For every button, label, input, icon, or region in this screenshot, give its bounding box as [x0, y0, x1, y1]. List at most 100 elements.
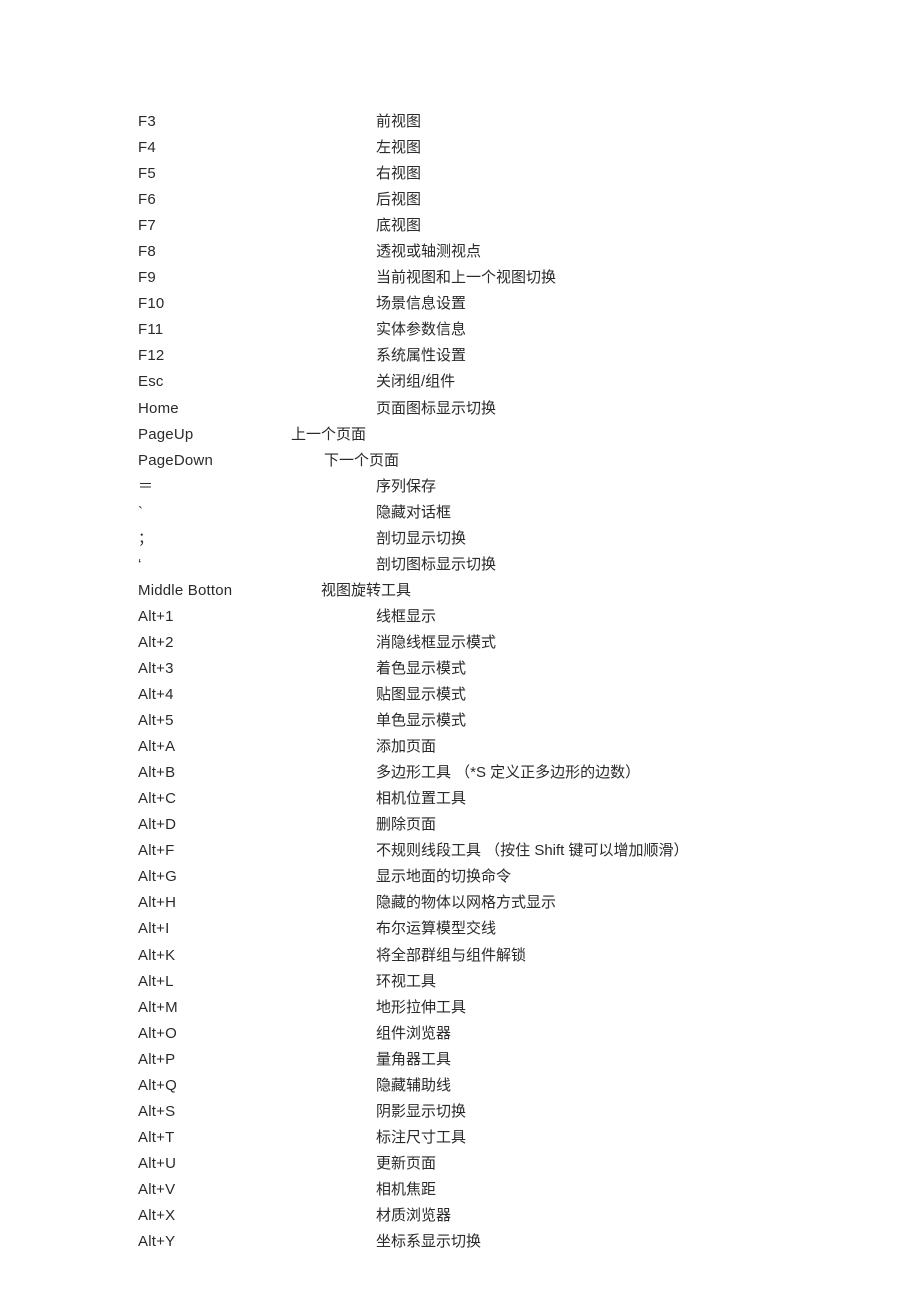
shortcut-row: ‘ 剖切图标显示切换 [138, 553, 820, 578]
shortcut-desc: 实体参数信息 [376, 318, 820, 343]
shortcut-desc: 隐藏的物体以网格方式显示 [376, 891, 820, 916]
shortcut-row: Alt+3着色显示模式 [138, 657, 820, 682]
shortcut-key: F6 [138, 188, 376, 213]
shortcut-desc: 隐藏对话框 [376, 501, 820, 526]
shortcut-key: Home [138, 397, 376, 422]
shortcut-desc: 多边形工具 （*S 定义正多边形的边数） [376, 761, 820, 786]
shortcut-row: Alt+U更新页面 [138, 1152, 820, 1177]
shortcut-key: F7 [138, 214, 376, 239]
shortcut-key: F5 [138, 162, 376, 187]
shortcut-row: Middle Botton视图旋转工具 [138, 579, 820, 604]
shortcut-row: F12系统属性设置 [138, 344, 820, 369]
shortcut-desc: 系统属性设置 [376, 344, 820, 369]
shortcut-key: Alt+F [138, 839, 376, 864]
shortcut-row: Alt+Y坐标系显示切换 [138, 1230, 820, 1255]
shortcut-desc: 材质浏览器 [376, 1204, 820, 1229]
shortcut-desc: 阴影显示切换 [376, 1100, 820, 1125]
shortcut-desc: 地形拉伸工具 [376, 996, 820, 1021]
shortcut-desc: 右视图 [376, 162, 820, 187]
shortcut-key: F11 [138, 318, 376, 343]
shortcut-key: ； [138, 527, 376, 552]
shortcut-row: Alt+B多边形工具 （*S 定义正多边形的边数） [138, 761, 820, 786]
shortcut-key: Alt+2 [138, 631, 376, 656]
shortcut-key: Alt+C [138, 787, 376, 812]
shortcut-desc: 着色显示模式 [376, 657, 820, 682]
shortcut-key: Alt+U [138, 1152, 376, 1177]
shortcut-row: Alt+A添加页面 [138, 735, 820, 760]
shortcut-row: F11实体参数信息 [138, 318, 820, 343]
shortcut-row: F3前视图 [138, 110, 820, 135]
shortcut-row: Alt+I 布尔运算模型交线 [138, 917, 820, 942]
shortcut-row: Alt+Q 隐藏辅助线 [138, 1074, 820, 1099]
shortcut-row: Alt+P 量角器工具 [138, 1048, 820, 1073]
shortcut-row: Alt+5单色显示模式 [138, 709, 820, 734]
shortcut-key: F10 [138, 292, 376, 317]
shortcut-key: F4 [138, 136, 376, 161]
shortcut-desc: 线框显示 [376, 605, 820, 630]
shortcut-desc: 页面图标显示切换 [376, 397, 820, 422]
shortcut-row: Alt+D删除页面 [138, 813, 820, 838]
shortcut-key: Alt+I [138, 917, 376, 942]
shortcut-key: Alt+G [138, 865, 376, 890]
shortcut-desc: 添加页面 [376, 735, 820, 760]
shortcut-desc: 标注尺寸工具 [376, 1126, 820, 1151]
shortcut-key: Alt+D [138, 813, 376, 838]
shortcut-key: Alt+H [138, 891, 376, 916]
shortcut-key: F9 [138, 266, 376, 291]
shortcut-desc: 视图旋转工具 [321, 579, 820, 604]
shortcut-desc: 下一个页面 [324, 449, 820, 474]
shortcut-desc: 透视或轴测视点 [376, 240, 820, 265]
shortcut-key: Alt+V [138, 1178, 376, 1203]
shortcut-desc: 不规则线段工具 （按住 Shift 键可以增加顺滑） [376, 839, 820, 864]
shortcut-row: Alt+G显示地面的切换命令 [138, 865, 820, 890]
shortcut-row: F4左视图 [138, 136, 820, 161]
shortcut-row: F9当前视图和上一个视图切换 [138, 266, 820, 291]
shortcut-key: ‘ [138, 553, 376, 578]
shortcut-row: Home页面图标显示切换 [138, 397, 820, 422]
shortcut-key: Alt+B [138, 761, 376, 786]
shortcut-key: F8 [138, 240, 376, 265]
shortcut-desc: 后视图 [376, 188, 820, 213]
shortcut-key: F3 [138, 110, 376, 135]
shortcut-desc: 将全部群组与组件解锁 [376, 944, 820, 969]
shortcut-row: Alt+V相机焦距 [138, 1178, 820, 1203]
shortcut-row: Alt+C相机位置工具 [138, 787, 820, 812]
shortcut-row: Alt+4贴图显示模式 [138, 683, 820, 708]
shortcut-key: Alt+K [138, 944, 376, 969]
shortcut-desc: 剖切图标显示切换 [376, 553, 820, 578]
shortcut-key: Alt+T [138, 1126, 376, 1151]
shortcut-key: Alt+5 [138, 709, 376, 734]
shortcut-key: ＝ [138, 475, 376, 500]
shortcut-desc: 更新页面 [376, 1152, 820, 1177]
shortcut-desc: 关闭组/组件 [376, 370, 820, 395]
shortcut-desc: 上一个页面 [291, 423, 820, 448]
shortcut-key: Alt+X [138, 1204, 376, 1229]
shortcut-key: Alt+Q [138, 1074, 376, 1099]
shortcut-desc: 左视图 [376, 136, 820, 161]
shortcut-key: Alt+P [138, 1048, 376, 1073]
shortcut-row: Alt+F不规则线段工具 （按住 Shift 键可以增加顺滑） [138, 839, 820, 864]
shortcut-key: Alt+Y [138, 1230, 376, 1255]
shortcut-desc: 相机焦距 [376, 1178, 820, 1203]
shortcut-row: PageDown下一个页面 [138, 449, 820, 474]
shortcut-key: Alt+M [138, 996, 376, 1021]
shortcut-desc: 组件浏览器 [376, 1022, 820, 1047]
shortcut-row: Alt+1 线框显示 [138, 605, 820, 630]
shortcut-desc: 量角器工具 [376, 1048, 820, 1073]
shortcut-key: ` [138, 501, 376, 526]
shortcut-row: PageUp上一个页面 [138, 423, 820, 448]
shortcut-desc: 坐标系显示切换 [376, 1230, 820, 1255]
shortcut-key: Alt+A [138, 735, 376, 760]
shortcut-desc: 场景信息设置 [376, 292, 820, 317]
shortcut-list: F3前视图F4左视图F5右视图F6后视图F7底视图F8透视或轴测视点F9当前视图… [138, 110, 820, 1255]
shortcut-key: Alt+O [138, 1022, 376, 1047]
shortcut-row: F10场景信息设置 [138, 292, 820, 317]
shortcut-row: Alt+H 隐藏的物体以网格方式显示 [138, 891, 820, 916]
shortcut-row: ＝ 序列保存 [138, 475, 820, 500]
shortcut-desc: 删除页面 [376, 813, 820, 838]
shortcut-row: Alt+O组件浏览器 [138, 1022, 820, 1047]
shortcut-desc: 前视图 [376, 110, 820, 135]
shortcut-desc: 消隐线框显示模式 [376, 631, 820, 656]
shortcut-desc: 相机位置工具 [376, 787, 820, 812]
shortcut-row: Esc关闭组/组件 [138, 370, 820, 395]
